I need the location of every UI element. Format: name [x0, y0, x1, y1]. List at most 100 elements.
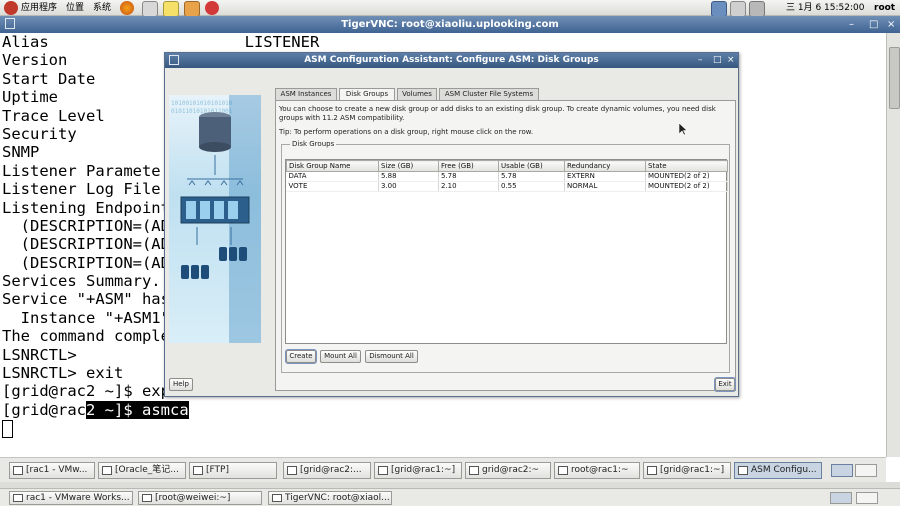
window-icon — [738, 466, 748, 475]
dialog-maximize-button[interactable]: □ — [713, 53, 722, 68]
cell-redundancy: EXTERN — [564, 171, 646, 182]
disk-array-illustration-icon: 10100101010101010 01011010101011001 — [171, 95, 261, 343]
column-header-state[interactable]: State — [645, 160, 728, 172]
taskbar-item[interactable]: [Oracle_笔记... — [98, 462, 186, 479]
cell-state: MOUNTED(2 of 2) — [645, 171, 728, 182]
top-panel: 应用程序 位置 系统 三 1月 6 15:52:00 root — [0, 0, 900, 17]
places-menu[interactable]: 位置 — [66, 2, 84, 14]
taskbar-item[interactable]: [grid@rac1:~] — [374, 462, 462, 479]
devices-icon[interactable] — [730, 1, 746, 17]
svg-text:10100101010101010: 10100101010101010 — [171, 100, 233, 107]
window-menu-icon[interactable] — [5, 18, 15, 29]
terminal-cursor — [2, 419, 13, 438]
tip-text: Tip: To perform operations on a disk gro… — [279, 128, 534, 136]
asm-dialog-title: ASM Configuration Assistant: Configure A… — [304, 55, 599, 65]
terminal-icon — [647, 466, 657, 475]
asm-side-illustration: 10100101010101010 01011010101011001 — [169, 95, 261, 343]
column-header-usable[interactable]: Usable (GB) — [498, 160, 565, 172]
vnc-window-title: TigerVNC: root@xiaoliu.uplooking.com — [341, 19, 559, 30]
taskbar-item[interactable]: [rac1 - VMw... — [9, 462, 95, 479]
mouse-pointer-icon — [679, 123, 688, 136]
host-taskbar-item[interactable]: [root@weiwei:~] — [138, 491, 262, 505]
cell-size: 3.00 — [378, 181, 439, 192]
terminal-cursor-line — [2, 419, 886, 438]
vmware-icon — [13, 494, 23, 502]
taskbar-item[interactable]: [grid@rac2:... — [283, 462, 371, 479]
disk-groups-groupbox: Disk Groups Disk Group Name Size (GB) Fr… — [281, 140, 730, 373]
notes-icon[interactable] — [163, 1, 179, 17]
applications-menu[interactable]: 应用程序 — [21, 2, 57, 14]
host-taskbar: rac1 - VMware Works... [root@weiwei:~] T… — [0, 488, 900, 506]
folder-icon — [193, 466, 203, 475]
cell-disk-group-name: DATA — [286, 171, 379, 182]
cell-redundancy: NORMAL — [564, 181, 646, 192]
disk-groups-table[interactable]: Disk Group Name Size (GB) Free (GB) Usab… — [285, 159, 728, 344]
column-header-redundancy[interactable]: Redundancy — [564, 160, 646, 172]
terminal-icon — [558, 466, 568, 475]
prompt-selected-text: 2 ~]$ asmca — [86, 400, 189, 419]
cell-free: 5.78 — [438, 171, 499, 182]
column-header-size[interactable]: Size (GB) — [378, 160, 439, 172]
taskbar-item[interactable]: [grid@rac1:~] — [643, 462, 731, 479]
table-row[interactable]: VOTE 3.00 2.10 0.55 NORMAL MOUNTED(2 of … — [286, 181, 728, 192]
scrollbar-thumb[interactable] — [889, 47, 900, 109]
system-menu[interactable]: 系统 — [93, 2, 111, 14]
user-name[interactable]: root — [874, 2, 895, 14]
host-workspace-switcher-2[interactable] — [856, 492, 878, 504]
window-icon — [102, 466, 112, 475]
table-row[interactable]: DATA 5.88 5.78 5.78 EXTERN MOUNTED(2 of … — [286, 171, 728, 182]
cell-free: 2.10 — [438, 181, 499, 192]
column-header-free[interactable]: Free (GB) — [438, 160, 499, 172]
cell-disk-group-name: VOTE — [286, 181, 379, 192]
terminal-scrollbar[interactable] — [886, 33, 900, 457]
taskbar-item-active[interactable]: ASM Configu... — [734, 462, 822, 479]
dismount-all-button[interactable]: Dismount All — [365, 350, 418, 363]
taskbar-item[interactable]: [FTP] — [189, 462, 277, 479]
create-button[interactable]: Create — [285, 349, 317, 364]
taskbar-item[interactable]: root@rac1:~ — [554, 462, 640, 479]
terminal-prompt-line: [grid@rac2 ~]$ asmca — [2, 400, 886, 419]
asm-dialog: ASM Configuration Assistant: Configure A… — [164, 52, 739, 397]
office-icon[interactable] — [184, 1, 200, 17]
vnc-icon — [272, 494, 282, 502]
help-button[interactable]: Help — [169, 378, 193, 391]
description-text: You can choose to create a new disk grou… — [279, 105, 716, 122]
vnc-window-titlebar[interactable]: TigerVNC: root@xiaoliu.uplooking.com – □… — [0, 16, 900, 33]
mail-icon[interactable] — [142, 1, 158, 17]
dialog-minimize-button[interactable]: – — [698, 53, 703, 68]
cherry-icon[interactable] — [205, 1, 219, 15]
column-header-disk-group-name[interactable]: Disk Group Name — [286, 160, 379, 172]
dialog-close-button[interactable]: × — [727, 53, 735, 68]
host-taskbar-item[interactable]: rac1 - VMware Works... — [9, 491, 133, 505]
mount-all-button[interactable]: Mount All — [320, 350, 361, 363]
vnc-inner-taskbar: [rac1 - VMw... [Oracle_笔记... [FTP] [grid… — [0, 457, 886, 482]
workspace-switcher[interactable] — [831, 464, 853, 477]
close-button[interactable]: × — [887, 16, 895, 33]
terminal-icon — [287, 466, 297, 475]
disk-groups-legend: Disk Groups — [290, 140, 337, 149]
cell-usable: 5.78 — [498, 171, 565, 182]
asm-dialog-titlebar[interactable]: ASM Configuration Assistant: Configure A… — [165, 53, 738, 68]
host-taskbar-item[interactable]: TigerVNC: root@xiaol... — [268, 491, 392, 505]
maximize-button[interactable]: □ — [869, 16, 878, 33]
disk-groups-panel: You can choose to create a new disk grou… — [275, 100, 736, 391]
table-header-row: Disk Group Name Size (GB) Free (GB) Usab… — [286, 160, 728, 172]
network-icon[interactable] — [711, 1, 727, 17]
minimize-button[interactable]: – — [849, 16, 854, 33]
prompt-text: [grid@rac — [2, 400, 86, 419]
terminal-icon — [142, 494, 152, 502]
cell-usable: 0.55 — [498, 181, 565, 192]
exit-button[interactable]: Exit — [714, 377, 736, 392]
firefox-icon[interactable] — [120, 1, 134, 15]
terminal-line: Alias LISTENER — [2, 33, 320, 51]
terminal-icon — [378, 466, 388, 475]
window-icon — [13, 466, 23, 475]
dialog-menu-icon[interactable] — [169, 55, 179, 65]
workspace-switcher-2[interactable] — [855, 464, 877, 477]
taskbar-item[interactable]: grid@rac2:~ — [465, 462, 551, 479]
volume-icon[interactable] — [749, 1, 765, 17]
clock[interactable]: 三 1月 6 15:52:00 — [786, 2, 864, 14]
terminal-icon — [469, 466, 479, 475]
host-workspace-switcher[interactable] — [830, 492, 852, 504]
redhat-logo-icon[interactable] — [4, 1, 18, 15]
